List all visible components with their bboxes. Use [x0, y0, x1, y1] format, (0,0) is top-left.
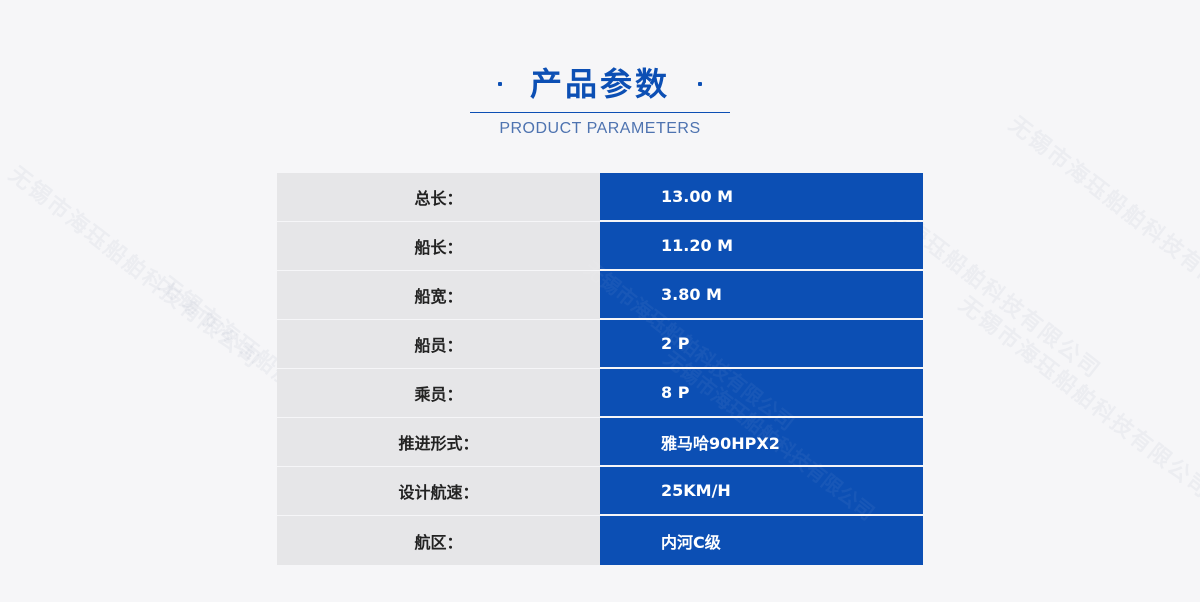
table-row: 推进形式： 雅马哈90HPX2 [277, 418, 923, 467]
param-label: 设计航速： [277, 467, 600, 516]
title-block: 产品参数 [470, 60, 730, 113]
page-subtitle: PRODUCT PARAMETERS [499, 120, 701, 137]
table-row: 设计航速： 25KM/H [277, 467, 923, 516]
param-value: 雅马哈90HPX2 [600, 418, 923, 466]
section-header: 产品参数 PRODUCT PARAMETERS [0, 0, 1200, 160]
param-label: 推进形式： [277, 418, 600, 467]
param-label: 航区： [277, 516, 600, 565]
parameters-table: 总长： 13.00 M 船长： 11.20 M 船宽： 3.80 M 船员： 2… [277, 173, 923, 565]
table-row: 总长： 13.00 M [277, 173, 923, 222]
param-value: 8 P [600, 369, 923, 417]
page-title: 产品参数 [529, 65, 670, 103]
background-watermark: 无锡市海珏船舶科技有限公司 [3, 157, 269, 374]
param-value: 内河C级 [600, 516, 923, 565]
param-value: 3.80 M [600, 271, 923, 319]
param-value: 13.00 M [600, 173, 923, 221]
param-value: 25KM/H [600, 467, 923, 515]
param-label: 乘员： [277, 369, 600, 418]
param-label: 船员： [277, 320, 600, 369]
table-row: 船宽： 3.80 M [277, 271, 923, 320]
background-watermark: 无锡市海珏船舶科技有限公司 [953, 287, 1200, 504]
table-row: 船员： 2 P [277, 320, 923, 369]
param-label: 船宽： [277, 271, 600, 320]
param-label: 总长： [277, 173, 600, 222]
title-dot-right-icon [698, 82, 702, 86]
table-row: 船长： 11.20 M [277, 222, 923, 271]
param-value: 11.20 M [600, 222, 923, 270]
table-row: 航区： 内河C级 [277, 516, 923, 565]
table-row: 乘员： 8 P [277, 369, 923, 418]
param-label: 船长： [277, 222, 600, 271]
param-value: 2 P [600, 320, 923, 368]
